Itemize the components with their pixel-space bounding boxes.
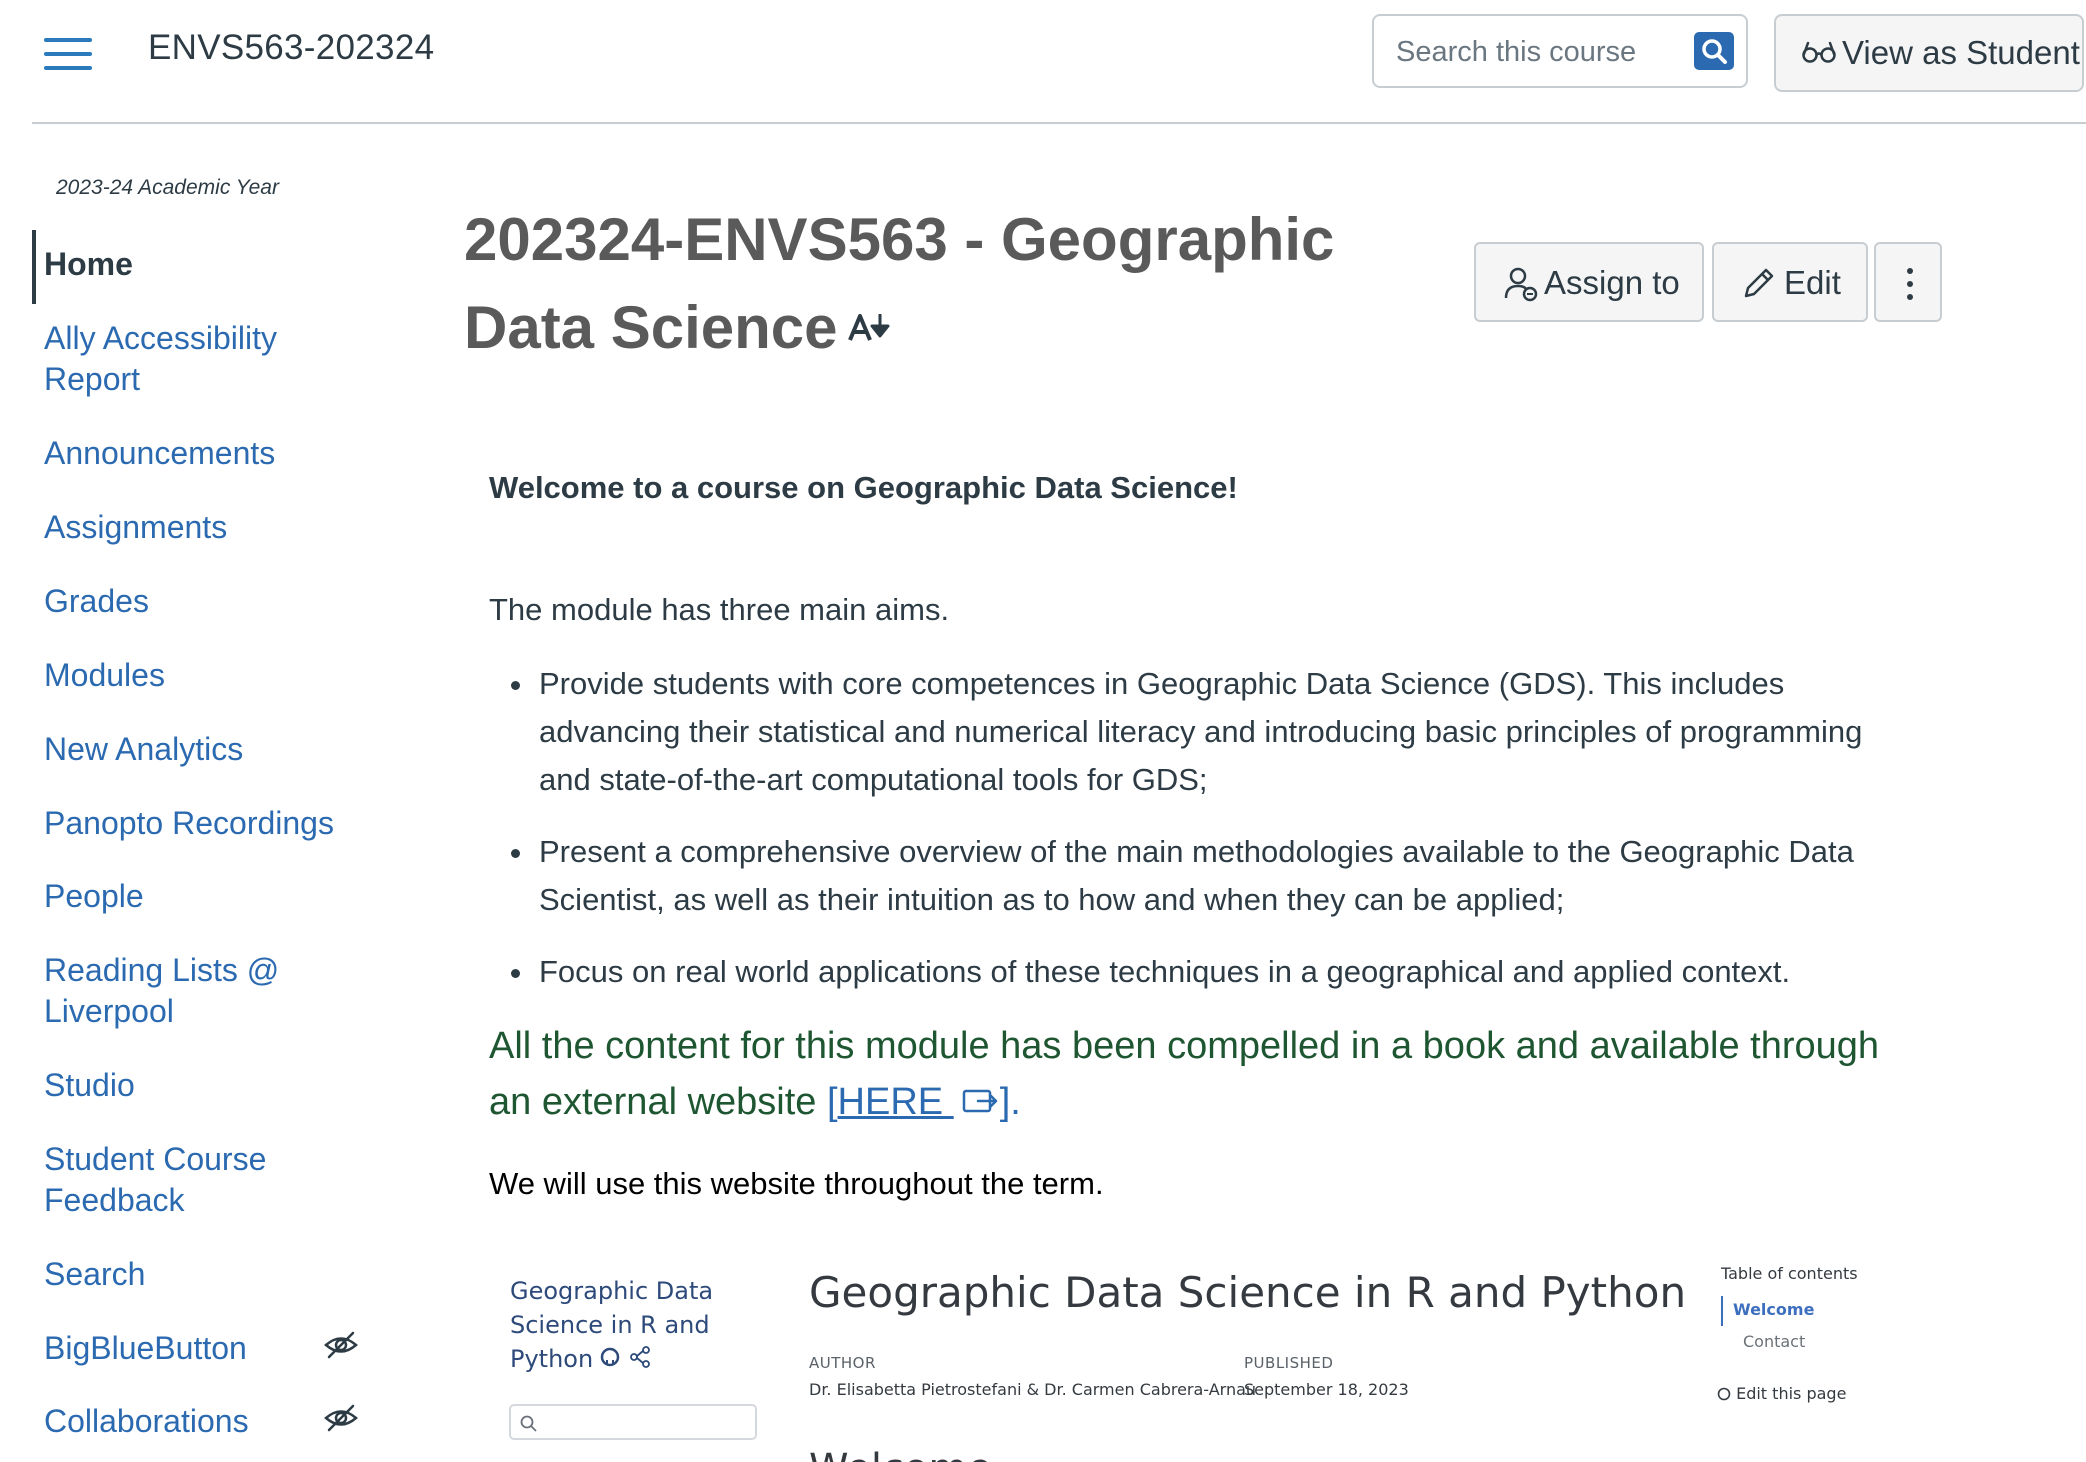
toc-title: Table of contents — [1721, 1264, 1858, 1283]
eye-slash-icon — [324, 1404, 358, 1432]
nav-item-modules[interactable]: Modules — [44, 655, 344, 696]
page-title: 202324-ENVS563 - Geographic Data Science — [464, 196, 1444, 372]
nav-item-search[interactable]: Search — [44, 1254, 344, 1295]
search-icon — [1702, 39, 1727, 64]
aims-list: Provide students with core competences i… — [489, 660, 1909, 1020]
nav-item-bigbluebutton[interactable]: BigBlueButton — [44, 1328, 344, 1369]
book-note: All the content for this module has been… — [489, 1018, 1909, 1130]
eye-slash-icon — [324, 1331, 358, 1359]
embed-side-title: Geographic Data Science in R and Python — [510, 1274, 740, 1377]
view-as-student-label: View as Student — [1842, 34, 2080, 71]
nav-item-panopto-recordings[interactable]: Panopto Recordings — [44, 803, 344, 844]
external-link-icon — [962, 1089, 997, 1113]
github-icon — [1717, 1387, 1731, 1401]
course-search-field — [1372, 14, 1748, 88]
edit-this-page-label: Edit this page — [1736, 1384, 1847, 1403]
nav-item-new-analytics[interactable]: New Analytics — [44, 729, 344, 770]
hamburger-menu-icon[interactable] — [44, 36, 92, 72]
assign-to-button[interactable]: Assign to — [1474, 242, 1704, 322]
embed-main-title: Geographic Data Science in R and Python — [809, 1268, 1687, 1317]
toc-active-indicator — [1721, 1296, 1723, 1326]
book-link-open-bracket: [ — [826, 1081, 838, 1123]
edit-button[interactable]: Edit — [1712, 242, 1868, 322]
nav-item-collaborations[interactable]: Collaborations — [44, 1401, 344, 1442]
aims-intro: The module has three main aims. — [489, 592, 950, 627]
published-label: PUBLISHED — [1244, 1354, 1334, 1372]
nav-item-ally-accessibility-report[interactable]: Ally Accessibility Report — [44, 318, 344, 400]
nav-item-reading-lists[interactable]: Reading Lists @ Liverpool — [44, 950, 344, 1032]
search-button[interactable] — [1694, 32, 1734, 70]
book-note-text: All the content for this module has been… — [489, 1025, 1880, 1123]
use-note: We will use this website throughout the … — [489, 1166, 1104, 1201]
nav-item-assignments[interactable]: Assignments — [44, 507, 344, 548]
list-item: Focus on real world applications of thes… — [489, 948, 1909, 996]
book-link-close-bracket: ]. — [999, 1081, 1021, 1123]
nav-item-student-course-feedback[interactable]: Student Course Feedback — [44, 1139, 344, 1221]
welcome-heading: Welcome to a course on Geographic Data S… — [489, 470, 1238, 505]
nav-item-studio[interactable]: Studio — [44, 1065, 344, 1106]
nav-item-people[interactable]: People — [44, 876, 344, 917]
embed-welcome-heading: Welcome — [809, 1446, 992, 1462]
published-value: September 18, 2023 — [1244, 1380, 1409, 1399]
pencil-icon — [1744, 268, 1774, 298]
toc-item-contact: Contact — [1743, 1332, 1806, 1351]
nav-item-announcements[interactable]: Announcements — [44, 433, 344, 474]
search-icon — [520, 1415, 537, 1432]
book-website-screenshot: Geographic Data Science in R and Python … — [489, 1250, 1949, 1462]
edit-this-page: Edit this page — [1717, 1384, 1846, 1403]
glasses-icon — [1802, 41, 1836, 63]
ally-alternative-formats-icon[interactable] — [847, 310, 892, 342]
academic-year-label: 2023-24 Academic Year — [56, 176, 279, 199]
course-navigation: 2023-24 Academic Year Home Ally Accessib… — [0, 124, 380, 1462]
author-label: AUTHOR — [809, 1354, 876, 1372]
list-item: Present a comprehensive overview of the … — [489, 828, 1909, 924]
nav-item-home[interactable]: Home — [44, 244, 344, 285]
list-item: Provide students with core competences i… — [489, 660, 1909, 804]
assign-to-label: Assign to — [1544, 264, 1680, 301]
course-code-breadcrumb[interactable]: ENVS563-202324 — [148, 28, 434, 68]
course-search-input[interactable] — [1396, 34, 1676, 70]
nav-item-grades[interactable]: Grades — [44, 581, 344, 622]
global-header: ENVS563-202324 View as Student — [0, 0, 2086, 124]
active-nav-indicator — [32, 230, 36, 304]
edit-label: Edit — [1784, 264, 1841, 301]
view-as-student-button[interactable]: View as Student — [1774, 14, 2084, 92]
github-icon — [600, 1347, 620, 1367]
share-icon — [629, 1346, 650, 1368]
author-value: Dr. Elisabetta Pietrostefani & Dr. Carme… — [809, 1380, 1257, 1399]
assign-person-icon — [1504, 267, 1538, 302]
book-link[interactable]: HERE — [838, 1081, 954, 1123]
embed-search-box — [509, 1404, 757, 1440]
more-options-button[interactable] — [1874, 242, 1942, 322]
toc-item-welcome: Welcome — [1733, 1300, 1815, 1319]
page-title-text: 202324-ENVS563 - Geographic Data Science — [464, 206, 1335, 361]
